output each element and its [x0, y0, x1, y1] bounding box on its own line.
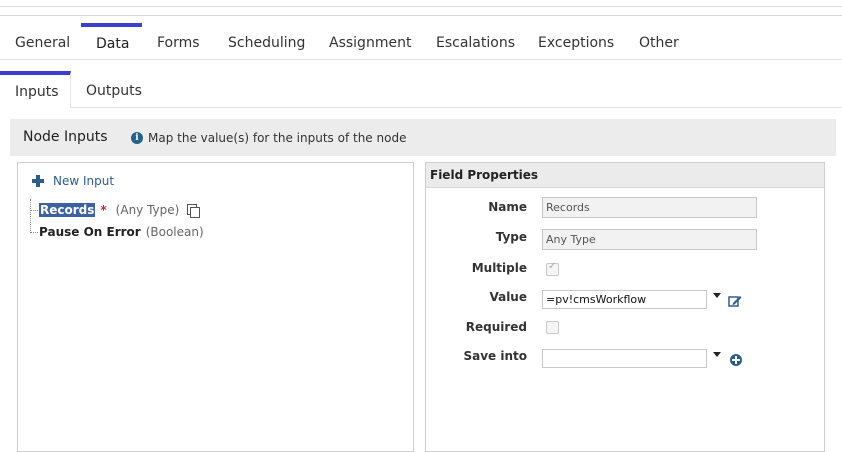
subtab-outputs[interactable]: Outputs	[71, 71, 157, 107]
multiple-label: Multiple	[471, 261, 527, 275]
tab-assignment[interactable]: Assignment	[314, 23, 426, 59]
info-icon: i	[131, 131, 143, 144]
value-input[interactable]: =pv!cmsWorkflow	[542, 290, 707, 309]
tab-data[interactable]: Data	[81, 23, 142, 59]
copy-icon[interactable]	[187, 204, 201, 218]
field-properties-header: Field Properties	[426, 163, 824, 188]
save-into-label: Save into	[463, 349, 527, 363]
edit-expression-icon[interactable]	[728, 294, 742, 308]
new-input-button[interactable]: New Input	[32, 174, 114, 188]
value-dropdown-caret[interactable]	[713, 293, 721, 298]
multiple-checkbox[interactable]	[546, 261, 559, 276]
value-label: Value	[489, 290, 527, 304]
main-tabs: General Data Forms Scheduling Assignment…	[0, 23, 842, 60]
add-circle-icon[interactable]	[730, 354, 742, 366]
tree-item-label[interactable]: Pause On Error	[39, 225, 141, 239]
name-field[interactable]: Records	[542, 197, 757, 218]
divider	[0, 15, 842, 16]
tab-escalations[interactable]: Escalations	[421, 23, 530, 59]
sub-tabs: Inputs Outputs	[0, 71, 842, 108]
tree-item-label[interactable]: Records	[39, 203, 96, 217]
name-label: Name	[488, 200, 527, 214]
section-title: Node Inputs	[23, 129, 108, 145]
inputs-tree-panel: New Input Records * (Any Type) Pause On …	[17, 162, 414, 452]
field-properties-panel: Field Properties Name Records Type Any T…	[425, 162, 825, 452]
subtab-inputs[interactable]: Inputs	[0, 71, 71, 108]
type-label: Type	[495, 230, 527, 244]
node-inputs-header: Node Inputs i Map the value(s) for the i…	[10, 119, 836, 156]
tree-item-pause-on-error[interactable]: Pause On Error (Boolean)	[30, 222, 204, 242]
type-field[interactable]: Any Type	[542, 229, 757, 250]
tree-item-type: (Any Type)	[115, 203, 180, 217]
top-strip	[0, 0, 842, 7]
tab-scheduling[interactable]: Scheduling	[213, 23, 320, 59]
tree-item-type: (Boolean)	[145, 225, 204, 239]
required-label: Required	[465, 320, 527, 334]
new-input-label: New Input	[53, 174, 115, 188]
required-indicator: *	[100, 203, 107, 217]
info-hint: i Map the value(s) for the inputs of the…	[131, 119, 406, 156]
save-into-dropdown-caret[interactable]	[713, 352, 721, 357]
required-checkbox[interactable]	[546, 321, 559, 334]
tab-exceptions[interactable]: Exceptions	[523, 23, 629, 59]
tab-general[interactable]: General	[0, 23, 85, 59]
info-text: Map the value(s) for the inputs of the n…	[148, 130, 407, 145]
tree-item-records[interactable]: Records * (Any Type)	[30, 200, 201, 220]
tab-forms[interactable]: Forms	[142, 23, 215, 59]
tab-other[interactable]: Other	[624, 23, 694, 59]
plus-icon	[32, 175, 44, 187]
save-into-input[interactable]	[542, 349, 707, 368]
